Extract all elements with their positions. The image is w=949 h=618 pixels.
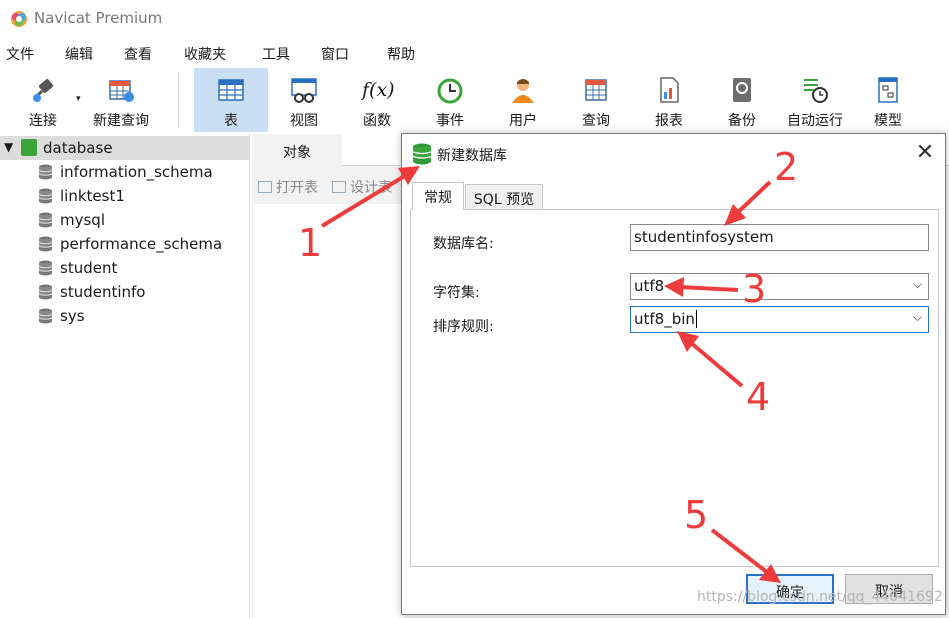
main-toolbar: 连接 ▾ 新建查询 表 视图 f(x) 函数 事件 用户 查询 报表 备份 自动… [0,68,949,132]
view-icon [291,78,317,103]
new-query-button[interactable]: 新建查询 [86,68,156,132]
database-icon [38,236,53,252]
database-name-input[interactable]: studentinfosystem [630,224,929,251]
connect-dropdown-icon[interactable]: ▾ [76,94,81,104]
new-database-dialog: 新建数据库 ✕ 常规 SQL 预览 数据库名: studentinfosyste… [401,133,946,615]
design-table-icon [332,181,346,193]
menu-file[interactable]: 文件 [6,44,34,64]
tree-item[interactable]: performance_schema [0,232,250,256]
menu-view[interactable]: 查看 [124,44,152,64]
connection-tree: ▼ database information_schema linktest1 … [0,134,250,618]
database-icon [412,143,432,165]
dialog-header: 新建数据库 ✕ [402,134,945,174]
design-table-button[interactable]: 设计表 [332,177,392,197]
schedule-icon [804,79,828,103]
title-bar: Navicat Premium [0,0,949,38]
collation-select[interactable]: utf8_bin ⌵ [630,306,929,333]
open-table-button[interactable]: 打开表 [258,177,318,197]
tree-item[interactable]: information_schema [0,160,250,184]
watermark: https://blog.csdn.net/qq_44041692 [697,589,943,605]
menu-edit[interactable]: 编辑 [65,44,93,64]
database-name-label: 数据库名: [433,236,494,252]
text-cursor [695,310,697,328]
object-list [254,204,404,618]
dialog-title: 新建数据库 [437,148,507,164]
menu-help[interactable]: 帮助 [387,44,415,64]
table-icon [218,79,244,101]
backup-button[interactable]: 备份 [706,68,778,132]
auto-run-button[interactable]: 自动运行 [778,68,852,132]
tab-sql-preview[interactable]: SQL 预览 [465,184,543,210]
report-icon [660,77,679,103]
chevron-down-icon: ⌵ [912,277,922,291]
chevron-down-icon[interactable]: ▼ [4,140,13,154]
backup-icon [733,78,751,102]
tree-connection-database[interactable]: ▼ database [0,136,250,160]
query-button[interactable]: 查询 [560,68,632,132]
tree-item[interactable]: mysql [0,208,250,232]
collation-label: 排序规则: [433,319,494,335]
table-button[interactable]: 表 [194,68,268,132]
charset-label: 字符集: [433,285,480,301]
function-button[interactable]: f(x) 函数 [340,68,414,132]
menu-bar: 文件 编辑 查看 收藏夹 工具 窗口 帮助 [0,40,949,68]
database-icon [38,212,53,228]
tab-general[interactable]: 常规 [412,182,464,210]
user-icon [512,79,534,103]
menu-tools[interactable]: 工具 [262,44,290,64]
model-icon [878,77,898,103]
dialog-tabs: 常规 SQL 预览 [410,180,939,210]
report-button[interactable]: 报表 [632,68,706,132]
view-button[interactable]: 视图 [268,68,340,132]
tab-objects[interactable]: 对象 [252,134,342,166]
general-panel: 数据库名: studentinfosystem 字符集: utf8 ⌵ 排序规则… [410,209,939,567]
toolbar-separator [178,72,179,128]
tree-item[interactable]: student [0,256,250,280]
user-button[interactable]: 用户 [486,68,560,132]
model-button[interactable]: 模型 [852,68,924,132]
event-button[interactable]: 事件 [414,68,486,132]
database-icon [38,164,53,180]
clock-icon [437,78,463,104]
close-icon[interactable]: ✕ [912,140,938,166]
database-icon [38,188,53,204]
query-icon [585,79,607,101]
chevron-down-icon: ⌵ [912,310,922,324]
tree-item[interactable]: studentinfo [0,280,250,304]
mysql-connection-icon [21,139,37,156]
charset-select[interactable]: utf8 ⌵ [630,273,929,300]
function-icon: f(x) [362,79,395,101]
plug-icon [33,79,53,102]
menu-window[interactable]: 窗口 [321,44,349,64]
navicat-logo-icon [11,11,27,27]
new-query-icon [109,80,134,102]
app-title: Navicat Premium [34,9,163,27]
database-icon [38,308,53,324]
database-icon [38,260,53,276]
database-icon [38,284,53,300]
tree-item[interactable]: linktest1 [0,184,250,208]
open-table-icon [258,181,272,193]
tree-item[interactable]: sys [0,304,250,328]
connect-button[interactable]: 连接 [8,68,78,132]
menu-favorites[interactable]: 收藏夹 [184,44,226,64]
